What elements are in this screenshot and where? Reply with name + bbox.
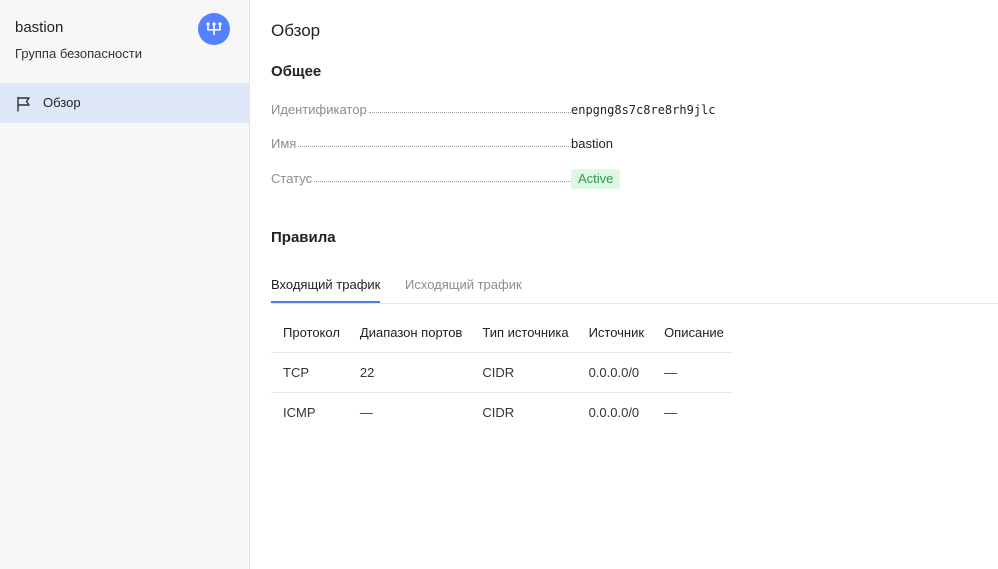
cell-protocol: TCP (271, 352, 348, 393)
network-glyph-icon (206, 22, 222, 35)
resource-type: Группа безопасности (15, 46, 142, 61)
property-value-id[interactable]: enpgng8s7c8re8rh9jlc (571, 103, 716, 117)
app-window: bastion Группа безопасности Обзор Обзор … (0, 0, 998, 569)
cell-port-range: 22 (347, 352, 471, 393)
column-header-source: Источник (576, 312, 653, 353)
section-title-general: Общее (271, 63, 322, 80)
table-header-row: Протокол Диапазон портов Тип источника И… (271, 312, 732, 353)
property-label-text: Статус (271, 171, 313, 186)
cell-source-type: CIDR (470, 352, 577, 393)
cell-source: 0.0.0.0/0 (588, 405, 640, 420)
property-row-status: Статус Active (271, 169, 731, 191)
property-label-text: Имя (271, 136, 297, 151)
column-header-description: Описание (652, 312, 732, 353)
property-label: Идентификатор (271, 102, 571, 117)
traffic-tabs: Входящий трафик Исходящий трафик (271, 272, 998, 304)
column-header-port-range: Диапазон портов (347, 312, 471, 353)
table-row: TCP 22 CIDR 0.0.0.0/0 — (271, 352, 732, 393)
property-label: Имя (271, 136, 571, 151)
sidebar-item-label: Обзор (43, 95, 81, 110)
property-row-name: Имя bastion (271, 136, 731, 156)
dotted-leader (314, 181, 571, 182)
vpc-network-icon[interactable] (198, 13, 230, 45)
sidebar-header: bastion Группа безопасности (0, 0, 249, 82)
rules-table: Протокол Диапазон портов Тип источника И… (271, 312, 732, 432)
cell-source: 0.0.0.0/0 (576, 352, 653, 393)
page-title: Обзор (271, 21, 321, 40)
section-title-rules: Правила (271, 229, 336, 246)
column-header-source-type: Тип источника (470, 312, 577, 353)
sidebar: bastion Группа безопасности Обзор (0, 0, 250, 569)
property-row-id: Идентификатор enpgng8s7c8re8rh9jlc (271, 102, 731, 122)
cell-source-type: CIDR (482, 405, 515, 420)
sidebar-item-overview[interactable]: Обзор (0, 83, 249, 123)
main-content: Обзор Общее Идентификатор enpgng8s7c8re8… (251, 0, 998, 569)
dotted-leader (368, 112, 571, 113)
cell-protocol: ICMP (283, 405, 316, 420)
dotted-leader (298, 146, 571, 147)
column-header-protocol: Протокол (271, 312, 348, 353)
status-badge: Active (571, 169, 621, 189)
property-label: Статус (271, 171, 571, 186)
cell-description: — (664, 405, 678, 420)
cell-port-range: — (359, 405, 373, 420)
table-row: ICMP — CIDR 0.0.0.0/0 — (271, 393, 732, 433)
property-value-name: bastion (571, 136, 613, 151)
resource-name: bastion (15, 19, 64, 36)
cell-description: — (652, 352, 732, 393)
tab-ingress[interactable]: Входящий трафик (271, 277, 381, 303)
flag-icon (17, 96, 30, 112)
tab-egress[interactable]: Исходящий трафик (405, 277, 522, 301)
property-label-text: Идентификатор (271, 102, 367, 117)
